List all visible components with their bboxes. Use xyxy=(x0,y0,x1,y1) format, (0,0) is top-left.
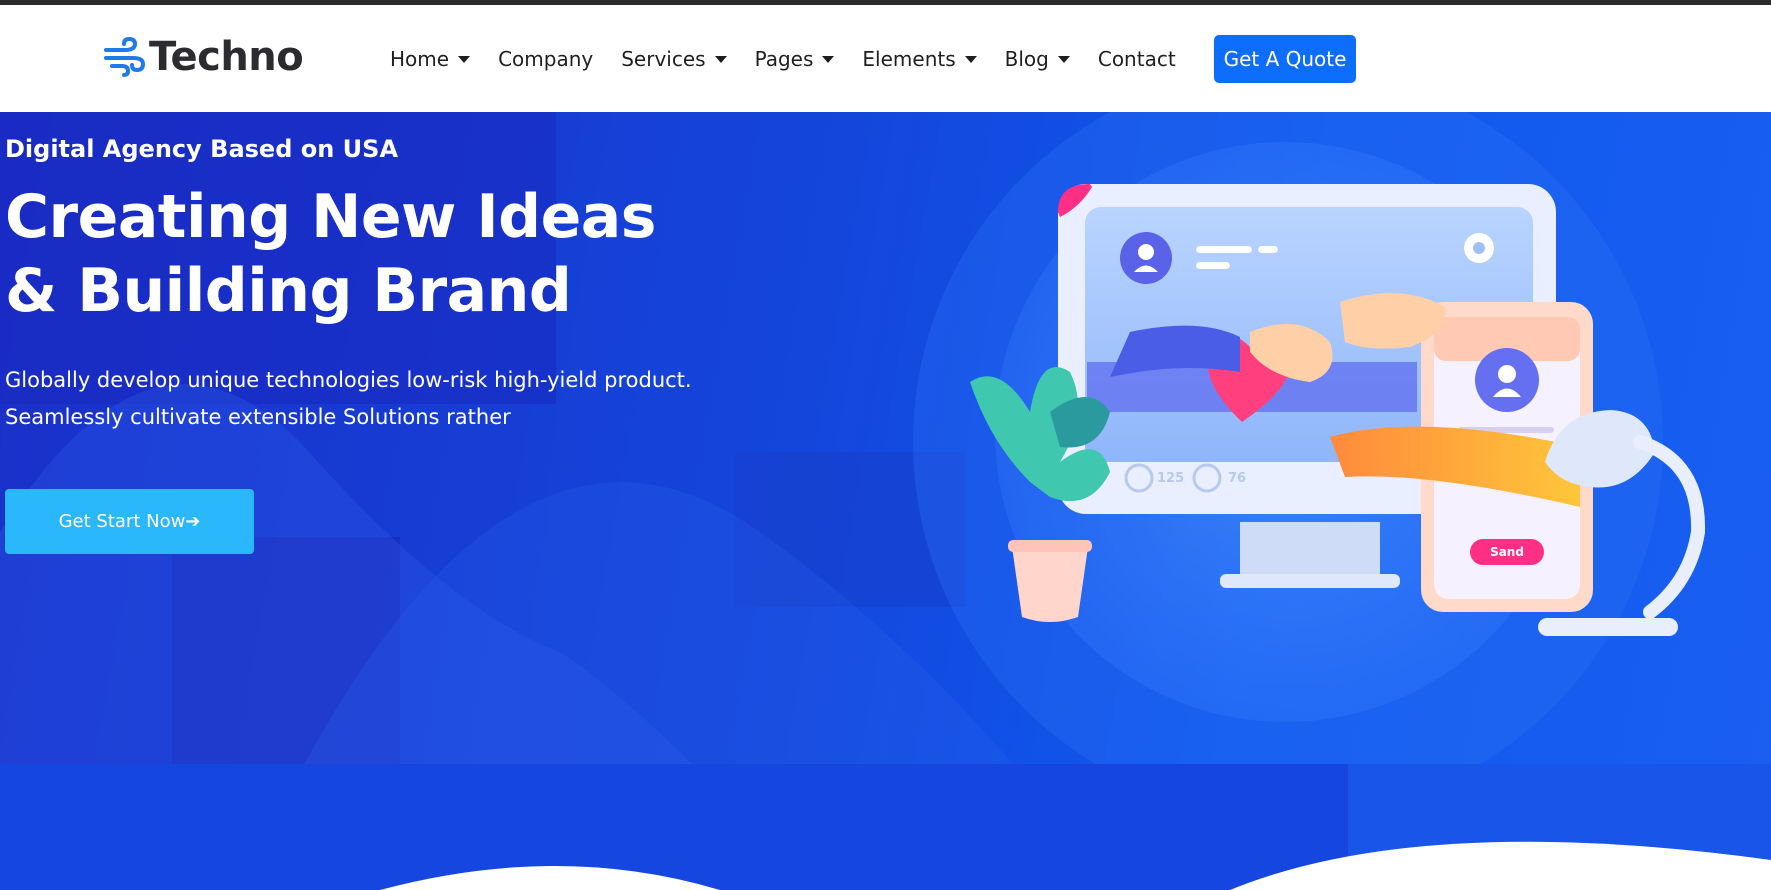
nav-item-label: Home xyxy=(390,46,450,71)
nav-item-label: Company xyxy=(498,46,594,71)
likes-count: 125 xyxy=(1157,471,1185,486)
nav-item-elements[interactable]: Elements xyxy=(862,46,977,71)
nav-item-company[interactable]: Company xyxy=(498,47,593,71)
chevron-down-icon xyxy=(1057,55,1070,63)
nav-item-services[interactable]: Services xyxy=(621,46,727,71)
hero-subtitle: Digital Agency Based on USA xyxy=(5,135,399,163)
hero-title-line-2: & Building Brand xyxy=(5,256,572,326)
main-nav: Home Company Services Pages Elements Blog Cont… xyxy=(390,5,1204,112)
hero-description: Globally develop unique technologies low… xyxy=(5,362,692,436)
hero-title-line-1: Creating New Ideas xyxy=(5,182,657,252)
nav-item-label: Contact xyxy=(1097,46,1176,71)
brand-name: Techno xyxy=(149,34,304,80)
nav-item-contact[interactable]: Contact xyxy=(1098,47,1176,71)
send-button-illustration: Sand xyxy=(1490,545,1524,559)
nav-item-label: Blog xyxy=(1004,46,1049,71)
get-a-quote-button[interactable]: Get A Quote xyxy=(1214,35,1356,83)
hero-description-line-1: Globally develop unique technologies low… xyxy=(5,368,692,392)
wind-icon xyxy=(104,37,146,77)
chevron-down-icon xyxy=(822,55,835,63)
comments-count: 76 xyxy=(1228,471,1247,486)
nav-item-pages[interactable]: Pages xyxy=(755,47,835,71)
site-header: Techno Home Company Services Pages Elements B… xyxy=(0,5,1771,112)
brand-logo[interactable]: Techno xyxy=(103,34,304,80)
get-start-now-button[interactable]: Get Start Now➔ xyxy=(5,489,254,554)
nav-item-label: Elements xyxy=(862,46,956,71)
hero-title: Creating New Ideas & Building Brand xyxy=(5,180,657,328)
nav-item-home[interactable]: Home xyxy=(390,46,471,71)
chevron-down-icon xyxy=(458,55,471,63)
nav-item-blog[interactable]: Blog xyxy=(1005,47,1070,71)
chevron-down-icon xyxy=(714,55,727,63)
nav-item-label: Services xyxy=(621,46,706,71)
chevron-down-icon xyxy=(964,55,977,63)
nav-item-label: Pages xyxy=(754,46,814,71)
hero-description-line-2: Seamlessly cultivate extensible Solution… xyxy=(5,405,511,429)
hero-section: Digital Agency Based on USA Creating New… xyxy=(0,112,1771,890)
